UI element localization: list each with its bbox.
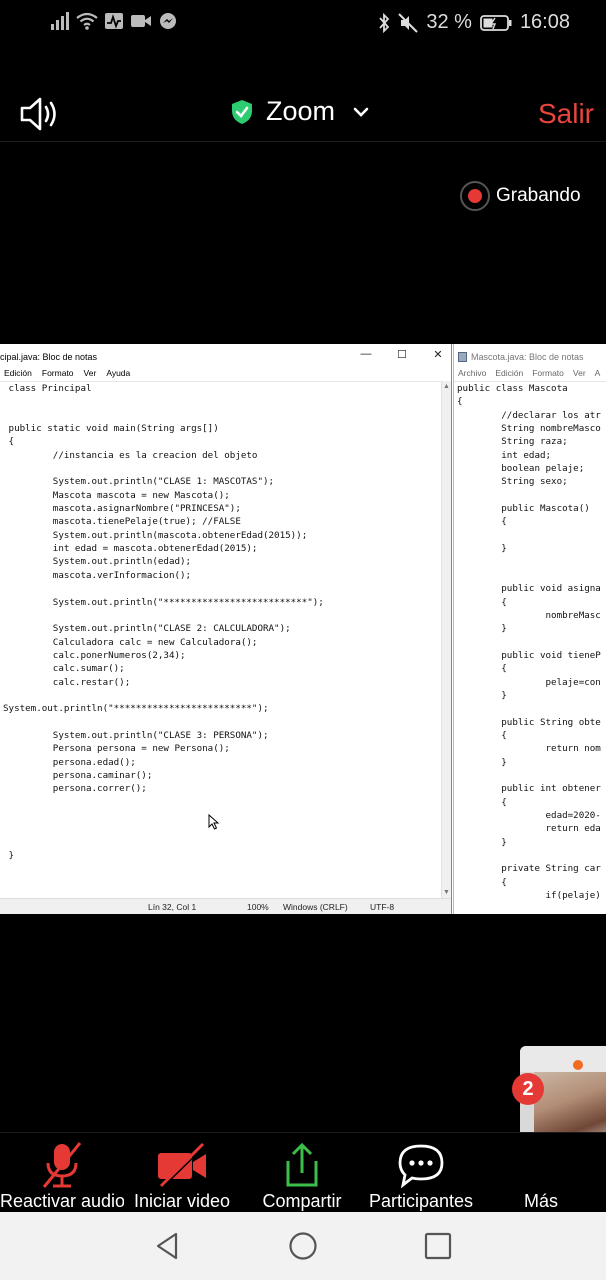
notepad-window-side: Mascota.java: Bloc de notas Archivo Edic… bbox=[453, 344, 606, 914]
chevron-down-icon bbox=[353, 107, 369, 117]
unmute-button[interactable]: Reactivar audio bbox=[0, 1133, 124, 1213]
menu-formato[interactable]: Formato bbox=[532, 368, 564, 378]
cursor-position: Lín 32, Col 1 bbox=[148, 902, 197, 912]
status-dot bbox=[573, 1060, 583, 1070]
menu-ayuda[interactable]: A bbox=[595, 368, 601, 378]
messenger-icon bbox=[160, 13, 176, 29]
maximize-icon[interactable]: ☐ bbox=[395, 348, 409, 361]
status-bar: 32 % 16:08 bbox=[0, 0, 606, 46]
menu-archivo[interactable]: Archivo bbox=[458, 368, 486, 378]
encoding: UTF-8 bbox=[370, 902, 395, 912]
meeting-title[interactable]: Zoom bbox=[230, 96, 369, 127]
mouse-pointer-icon bbox=[208, 814, 220, 830]
start-video-button[interactable]: Iniciar video bbox=[128, 1133, 236, 1213]
close-icon[interactable]: ✕ bbox=[431, 348, 445, 361]
meeting-toolbar: Reactivar audio Iniciar video Compartir … bbox=[0, 1132, 606, 1212]
bluetooth-icon bbox=[379, 12, 390, 33]
status-icons-left bbox=[50, 12, 178, 30]
more-button[interactable]: Más bbox=[500, 1133, 582, 1213]
participants-label: Participantes bbox=[368, 1191, 474, 1211]
code-text[interactable]: public class Mascota { //declarar los at… bbox=[454, 382, 606, 902]
camera-icon bbox=[131, 15, 151, 27]
status-icons-right: 32 % 16:08 bbox=[378, 11, 570, 34]
scroll-up-icon[interactable]: ▲ bbox=[443, 383, 450, 390]
video-off-icon bbox=[158, 1142, 206, 1188]
battery-percent: 32 % bbox=[426, 11, 472, 33]
recording-label: Grabando bbox=[496, 185, 581, 206]
file-icon bbox=[458, 351, 467, 362]
mic-muted-icon bbox=[42, 1142, 82, 1188]
minimize-icon[interactable]: — bbox=[359, 348, 373, 361]
shield-check-icon bbox=[232, 99, 252, 124]
mute-icon bbox=[398, 12, 419, 33]
menu-ver[interactable]: Ver bbox=[84, 368, 97, 378]
system-nav-bar bbox=[0, 1212, 606, 1280]
meeting-header: Zoom Salir bbox=[0, 84, 606, 142]
menu-ayuda[interactable]: Ayuda bbox=[106, 368, 130, 378]
notepad-window-main: cipal.java: Bloc de notas — ☐ ✕ Edición … bbox=[0, 344, 452, 914]
back-icon[interactable] bbox=[152, 1230, 184, 1262]
window-controls: — ☐ ✕ bbox=[359, 348, 445, 361]
start-video-label: Iniciar video bbox=[133, 1191, 231, 1211]
chat-bubble-icon bbox=[398, 1144, 444, 1189]
menu-formato[interactable]: Formato bbox=[42, 368, 74, 378]
recents-icon[interactable] bbox=[422, 1230, 454, 1262]
menu-bar: Archivo Edición Formato Ver A bbox=[454, 365, 606, 381]
unmute-label: Reactivar audio bbox=[0, 1191, 124, 1211]
thumbnail-header bbox=[520, 1046, 606, 1072]
vertical-scrollbar[interactable]: ▲ ▼ bbox=[441, 381, 451, 898]
participant-count-badge: 2 bbox=[512, 1073, 544, 1105]
leave-button[interactable]: Salir bbox=[538, 98, 594, 130]
record-icon bbox=[460, 181, 490, 211]
share-button[interactable]: Compartir bbox=[250, 1133, 354, 1213]
battery-icon bbox=[480, 14, 512, 31]
status-bar-notepad: Lín 32, Col 1 100% Windows (CRLF) UTF-8 bbox=[0, 898, 451, 914]
more-label: Más bbox=[523, 1191, 558, 1211]
text-editor[interactable]: class Principal public static void main(… bbox=[0, 381, 441, 898]
window-title: cipal.java: Bloc de notas bbox=[0, 351, 98, 362]
menu-edicion[interactable]: Edición bbox=[4, 368, 32, 378]
shared-screen: cipal.java: Bloc de notas — ☐ ✕ Edición … bbox=[0, 344, 606, 914]
share-upload-icon bbox=[286, 1142, 318, 1187]
signal-icon bbox=[51, 12, 69, 30]
menu-bar: Edición Formato Ver Ayuda bbox=[0, 365, 451, 381]
code-text[interactable]: class Principal public static void main(… bbox=[0, 382, 441, 862]
share-label: Compartir bbox=[262, 1191, 342, 1211]
scroll-down-icon[interactable]: ▼ bbox=[443, 889, 450, 896]
recording-indicator[interactable]: Grabando bbox=[460, 181, 581, 211]
activity-icon bbox=[105, 13, 123, 29]
window-title: Mascota.java: Bloc de notas bbox=[471, 351, 584, 362]
clock: 16:08 bbox=[519, 11, 570, 33]
participants-button[interactable]: Participantes bbox=[362, 1133, 480, 1213]
home-icon[interactable] bbox=[287, 1230, 319, 1262]
speaker-icon[interactable] bbox=[18, 96, 60, 132]
menu-ver[interactable]: Ver bbox=[573, 368, 586, 378]
zoom-level: 100% bbox=[247, 902, 269, 912]
wifi-icon bbox=[76, 12, 98, 30]
window-title-bar: Mascota.java: Bloc de notas bbox=[454, 344, 606, 365]
menu-edicion[interactable]: Edición bbox=[495, 368, 523, 378]
text-editor[interactable]: public class Mascota { //declarar los at… bbox=[454, 381, 606, 901]
app-title: Zoom bbox=[266, 96, 336, 126]
line-ending: Windows (CRLF) bbox=[283, 902, 348, 912]
